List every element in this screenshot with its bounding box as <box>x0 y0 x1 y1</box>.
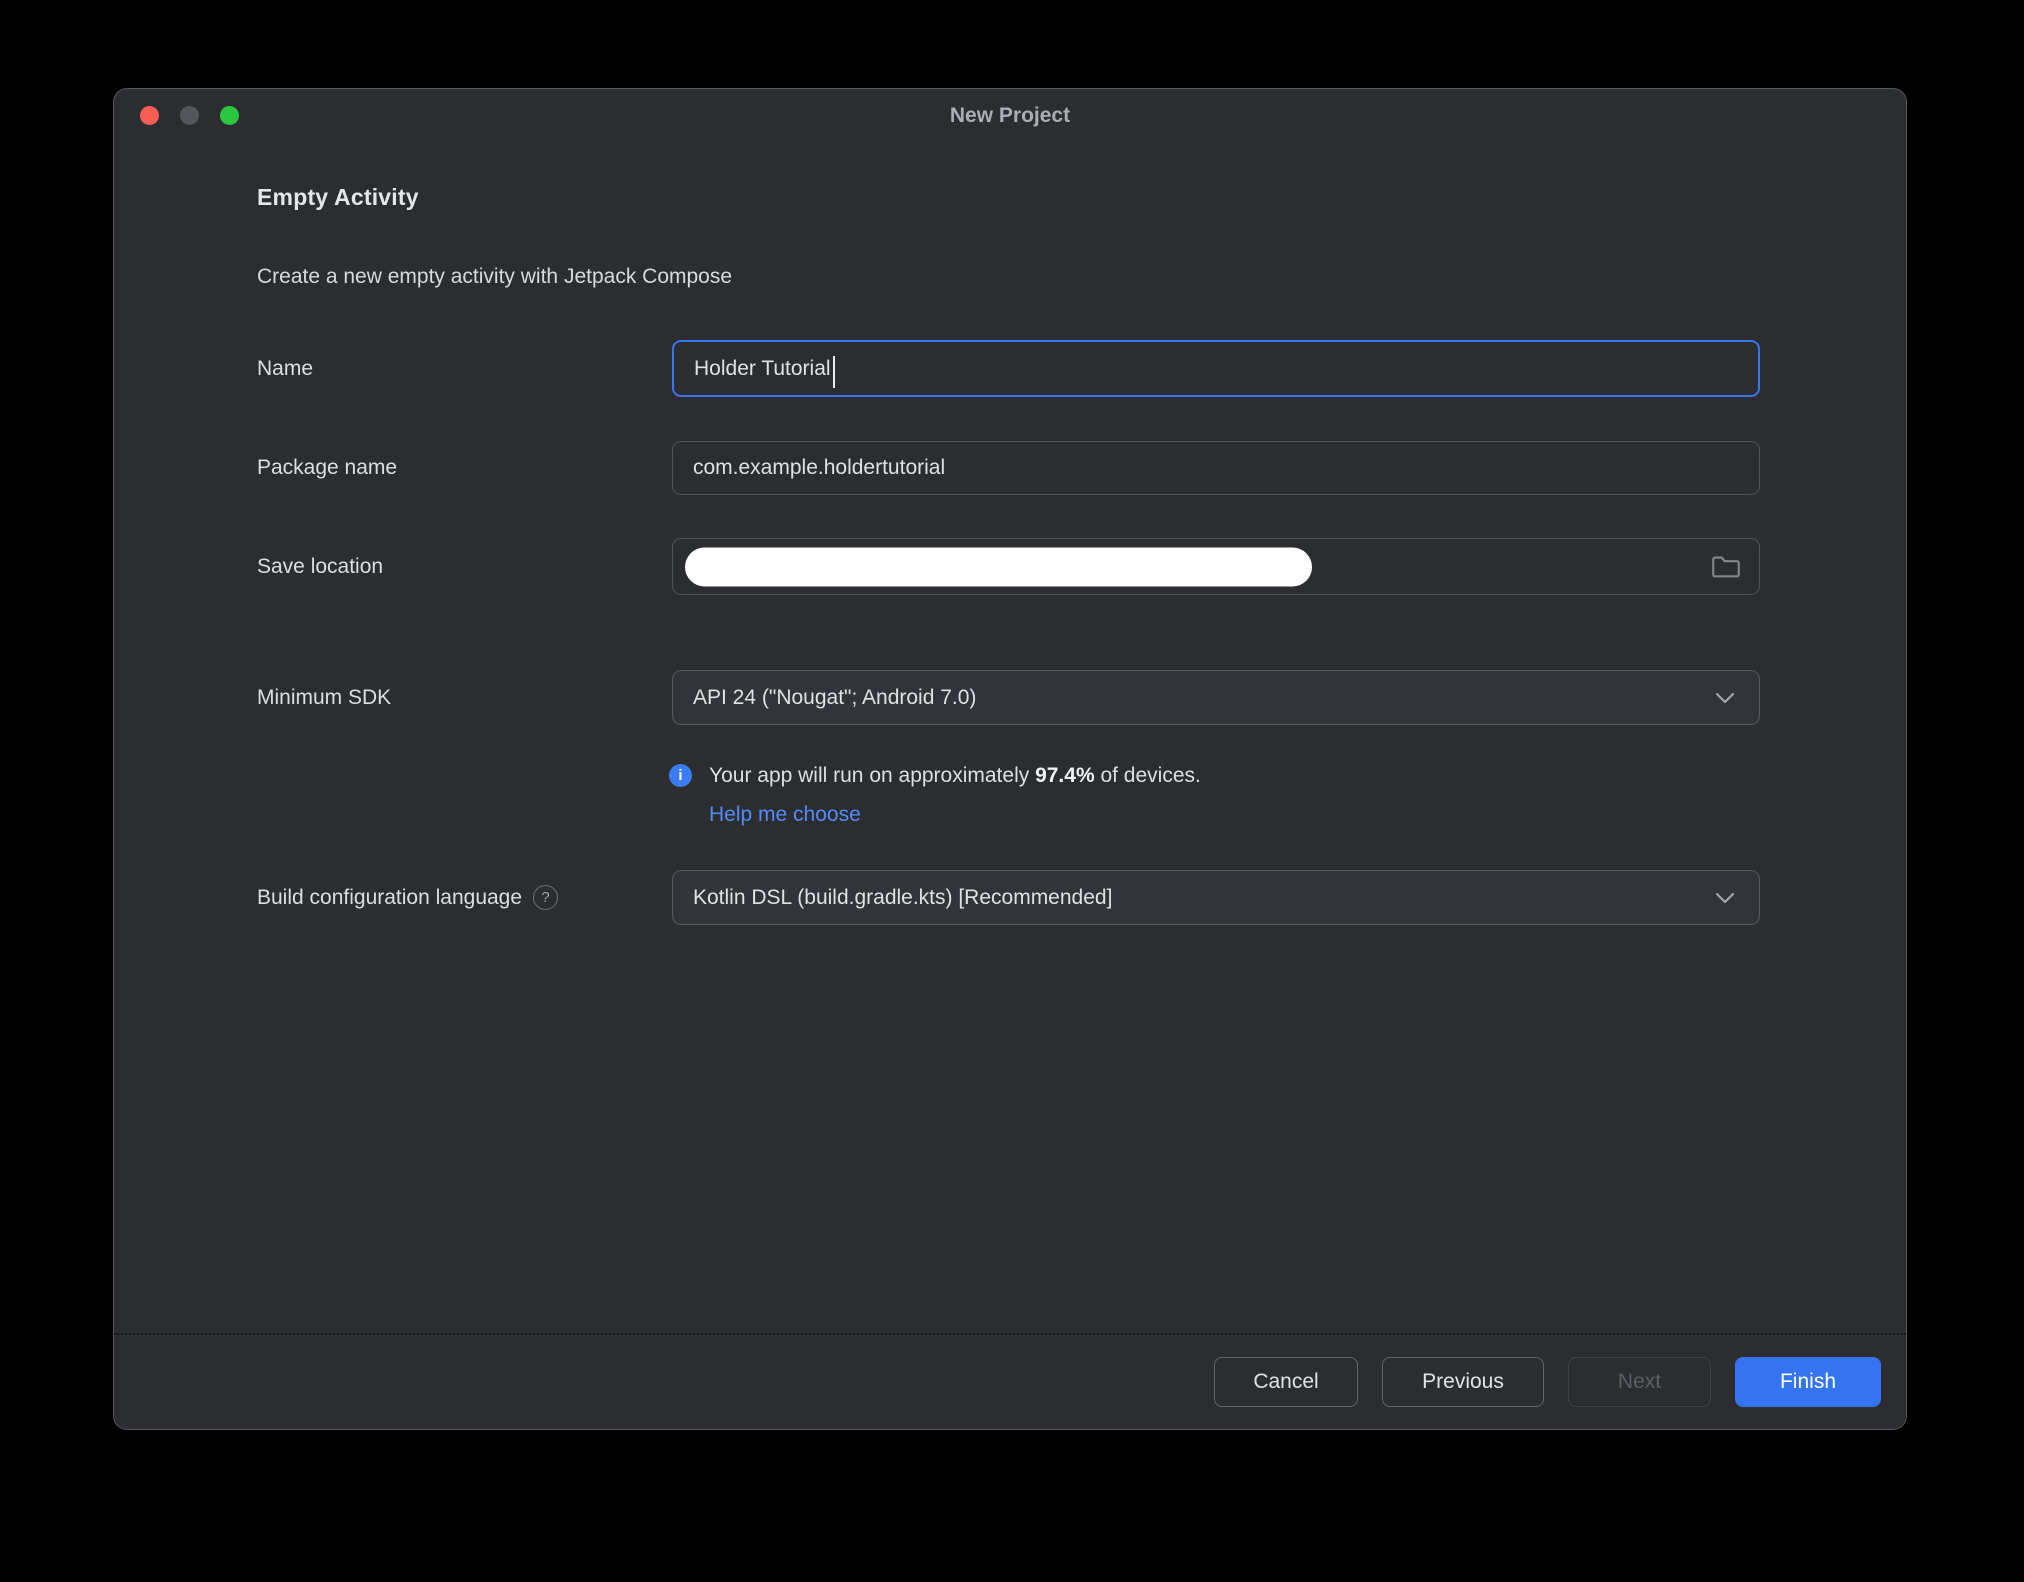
folder-icon <box>1712 555 1740 577</box>
sdk-info-percent: 97.4% <box>1035 763 1095 787</box>
zoom-window-button[interactable] <box>220 106 239 125</box>
next-button: Next <box>1568 1357 1711 1407</box>
package-input[interactable]: com.example.holdertutorial <box>672 441 1760 495</box>
page-subtitle: Create a new empty activity with Jetpack… <box>257 265 733 288</box>
dialog-footer: Cancel Previous Next Finish <box>114 1333 1906 1429</box>
build-config-selected-value: Kotlin DSL (build.gradle.kts) [Recommend… <box>693 885 1113 909</box>
sdk-info-note: i Your app will run on approximately 97.… <box>669 756 1201 827</box>
build-config-row: Build configuration language ? Kotlin DS… <box>257 870 1760 925</box>
finish-button[interactable]: Finish <box>1735 1357 1881 1407</box>
name-label: Name <box>257 356 314 380</box>
traffic-lights <box>140 106 239 125</box>
build-config-label-text: Build configuration language <box>257 885 523 909</box>
cancel-button[interactable]: Cancel <box>1214 1357 1358 1407</box>
screen: { "window": { "title": "New Project" }, … <box>0 0 2024 1582</box>
chevron-down-icon <box>1715 892 1735 904</box>
window-title: New Project <box>949 104 1071 127</box>
title-bar: New Project <box>114 89 1906 141</box>
package-row: Package name com.example.holdertutorial <box>257 441 1760 495</box>
min-sdk-selected-value: API 24 ("Nougat"; Android 7.0) <box>693 685 977 709</box>
min-sdk-dropdown[interactable]: API 24 ("Nougat"; Android 7.0) <box>672 670 1760 725</box>
min-sdk-label: Minimum SDK <box>257 685 392 709</box>
text-caret <box>832 355 836 388</box>
browse-folder-button[interactable] <box>1707 549 1745 585</box>
page-title: Empty Activity <box>257 184 419 210</box>
package-label: Package name <box>257 456 398 479</box>
redaction-overlay <box>685 547 1312 586</box>
help-question-icon[interactable]: ? <box>533 885 559 910</box>
save-location-label: Save location <box>257 554 384 578</box>
info-icon: i <box>669 764 692 787</box>
sdk-info-text: Your app will run on approximately 97.4%… <box>709 764 1201 788</box>
chevron-down-icon <box>1715 692 1735 704</box>
min-sdk-row: Minimum SDK API 24 ("Nougat"; Android 7.… <box>257 670 1760 725</box>
help-me-choose-link[interactable]: Help me choose <box>709 803 861 827</box>
new-project-dialog: New Project Empty Activity Create a new … <box>113 88 1907 1430</box>
minimize-window-button <box>180 106 199 125</box>
sdk-info-prefix: Your app will run on approximately <box>709 763 1036 787</box>
name-row: Name Holder Tutorial <box>257 340 1760 397</box>
name-input[interactable]: Holder Tutorial <box>672 340 1760 397</box>
save-location-input[interactable] <box>672 538 1760 595</box>
save-location-row: Save location <box>257 538 1760 595</box>
package-input-value: com.example.holdertutorial <box>693 456 946 479</box>
sdk-info-suffix: of devices. <box>1094 763 1201 787</box>
close-window-button[interactable] <box>140 106 159 125</box>
previous-button[interactable]: Previous <box>1382 1357 1544 1407</box>
build-config-dropdown[interactable]: Kotlin DSL (build.gradle.kts) [Recommend… <box>672 870 1760 925</box>
build-config-label: Build configuration language ? <box>257 885 672 910</box>
name-input-value: Holder Tutorial <box>694 356 831 380</box>
